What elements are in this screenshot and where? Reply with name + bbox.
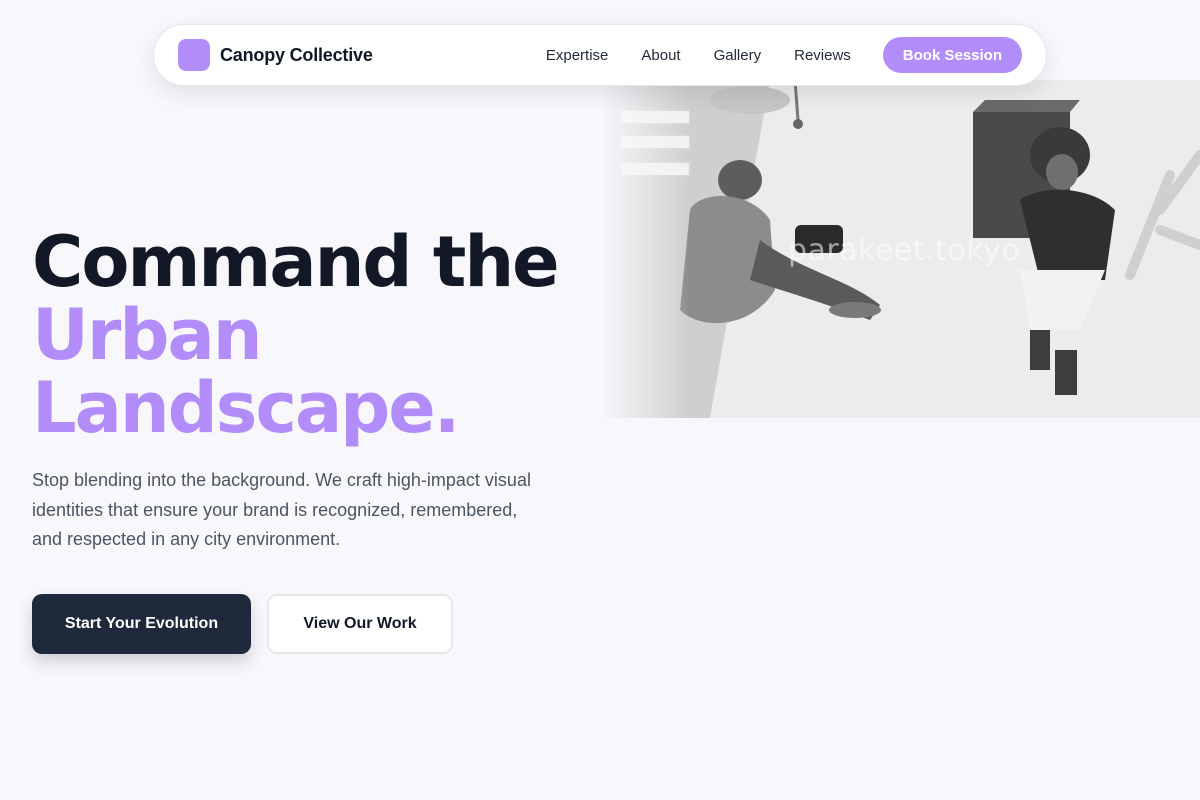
hero-subtext: Stop blending into the background. We cr… bbox=[32, 470, 531, 549]
brand-name[interactable]: Canopy Collective bbox=[220, 45, 373, 66]
navbar: Canopy Collective Expertise About Galler… bbox=[153, 24, 1047, 86]
nav-link-about[interactable]: About bbox=[641, 47, 680, 64]
brand-logo-icon[interactable] bbox=[178, 39, 210, 71]
photo-watermark: parakeet.tokyo bbox=[788, 233, 1021, 268]
nav-link-gallery[interactable]: Gallery bbox=[714, 47, 762, 64]
headline-line-2: Urban bbox=[32, 294, 263, 376]
nav-links: Expertise About Gallery Reviews Book Ses… bbox=[546, 37, 1022, 73]
book-session-button[interactable]: Book Session bbox=[882, 37, 1022, 73]
nav-link-expertise[interactable]: Expertise bbox=[546, 47, 609, 64]
nav-link-reviews[interactable]: Reviews bbox=[794, 47, 851, 64]
photo-fade-overlay bbox=[600, 80, 690, 418]
hero-headline: Command the Urban Landscape. bbox=[32, 221, 560, 449]
landing-page: parakeet.tokyo Canopy Collective Experti… bbox=[0, 0, 1200, 800]
brand[interactable]: Canopy Collective bbox=[178, 39, 373, 71]
hero-photo: parakeet.tokyo bbox=[600, 80, 1200, 418]
headline-line-1: Command the bbox=[32, 221, 560, 303]
headline-line-3: Landscape. bbox=[32, 367, 460, 449]
start-evolution-button[interactable]: Start Your Evolution bbox=[32, 594, 251, 654]
view-work-button[interactable]: View Our Work bbox=[267, 594, 453, 654]
